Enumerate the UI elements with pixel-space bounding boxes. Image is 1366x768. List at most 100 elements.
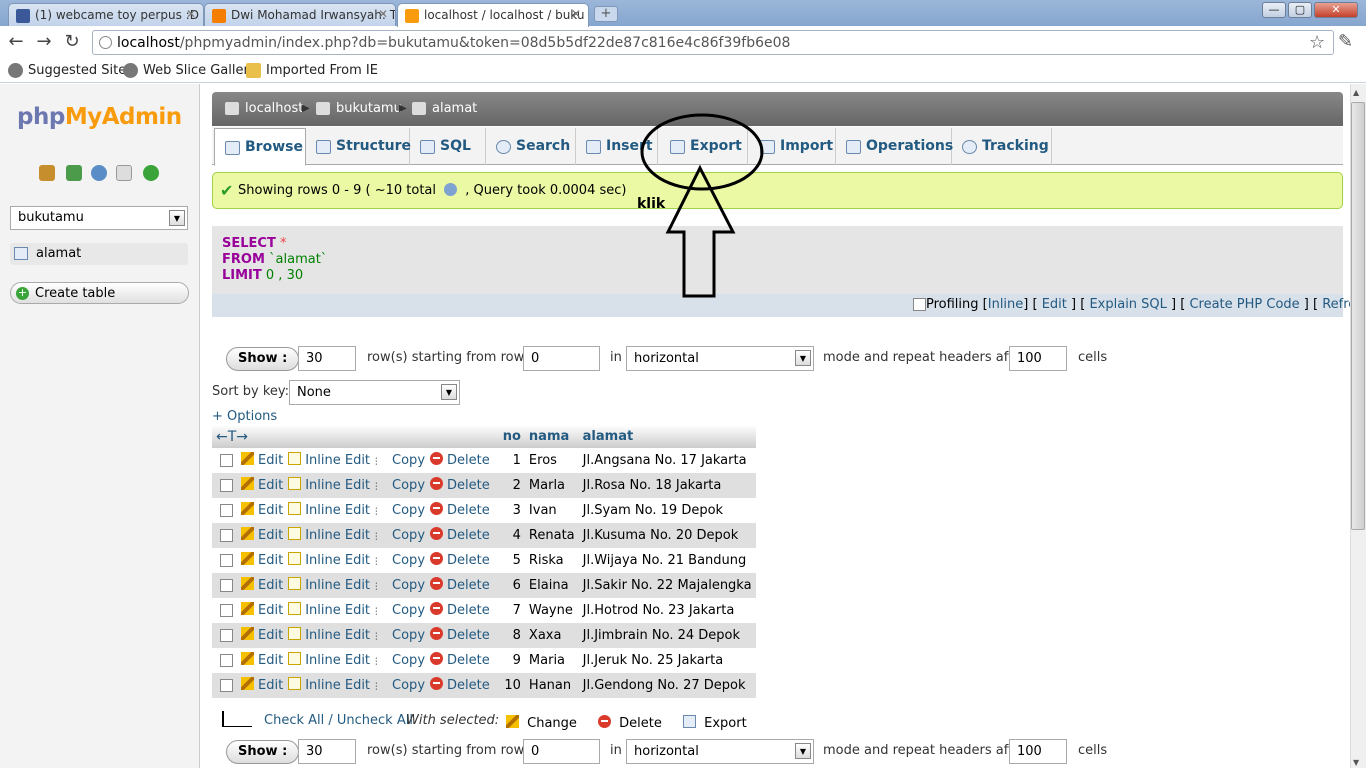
breadcrumb-database[interactable]: bukutamu	[316, 101, 402, 116]
row-checkbox[interactable]	[220, 528, 233, 542]
row-checkbox[interactable]	[220, 503, 233, 517]
docs-icon[interactable]	[116, 165, 132, 181]
row-delete-link[interactable]: Delete	[430, 551, 490, 568]
row-delete-link[interactable]: Delete	[430, 651, 490, 668]
cell-nama[interactable]: Wayne	[524, 598, 579, 623]
tab-sql[interactable]: SQL	[410, 128, 486, 165]
options-toggle[interactable]: + Options	[212, 409, 277, 424]
table-row[interactable]: Edit Inline Edit ⫶ Copy Delete 4 Renata Jl.Kusu…	[212, 523, 756, 548]
table-row[interactable]: Edit Inline Edit ⫶ Copy Delete 6 Elaina Jl.Saki…	[212, 573, 756, 598]
forward-icon[interactable]: →	[34, 32, 54, 52]
column-header-alamat[interactable]: alamat	[578, 425, 756, 448]
bookmark-imported-from-ie[interactable]: Imported From IE	[246, 63, 378, 78]
row-copy-link[interactable]: ⫶ Copy	[375, 603, 425, 618]
row-edit-link[interactable]: Edit	[241, 526, 283, 543]
bulk-change-button[interactable]: Change	[506, 715, 577, 731]
phpmyadmin-logo[interactable]: phpMyAdmin	[17, 104, 182, 130]
cell-no[interactable]: 9	[498, 648, 525, 673]
row-copy-link[interactable]: ⫶ Copy	[375, 453, 425, 468]
column-arrows[interactable]: ←T→	[212, 425, 499, 448]
bookmark-web-slice-gallery[interactable]: Web Slice Gallery	[123, 63, 257, 78]
row-inline-edit-link[interactable]: Inline Edit	[288, 576, 370, 593]
cell-alamat[interactable]: Jl.Sakir No. 22 Majalengka	[578, 573, 756, 598]
row-start-input-bottom[interactable]: 0	[523, 739, 600, 764]
minimize-button[interactable]: —	[1262, 2, 1286, 18]
table-row[interactable]: Edit Inline Edit ⫶ Copy Delete 10 Hanan Jl.Gend…	[212, 673, 756, 698]
tab-tracking[interactable]: Tracking	[952, 128, 1052, 165]
close-window-button[interactable]: ✕	[1314, 2, 1358, 18]
sql-keyword-select[interactable]: SELECT	[222, 236, 276, 251]
row-copy-link[interactable]: ⫶ Copy	[375, 528, 425, 543]
row-copy-link[interactable]: ⫶ Copy	[375, 478, 425, 493]
star-icon[interactable]: ☆	[1309, 32, 1325, 53]
help-icon[interactable]	[444, 183, 458, 196]
row-edit-link[interactable]: Edit	[241, 476, 283, 493]
show-button[interactable]: Show :	[226, 347, 300, 371]
cell-nama[interactable]: Marla	[524, 473, 579, 498]
cell-nama[interactable]: Hanan	[524, 673, 579, 698]
cell-no[interactable]: 7	[498, 598, 525, 623]
tab-search[interactable]: Search	[486, 128, 576, 165]
tab-structure[interactable]: Structure	[306, 128, 411, 165]
show-button-bottom[interactable]: Show :	[226, 740, 300, 764]
table-row[interactable]: Edit Inline Edit ⫶ Copy Delete 3 Ivan Jl.Syam N…	[212, 498, 756, 523]
table-row[interactable]: Edit Inline Edit ⫶ Copy Delete 1 Eros Jl.Angsan…	[212, 448, 756, 473]
row-inline-edit-link[interactable]: Inline Edit	[288, 626, 370, 643]
row-edit-link[interactable]: Edit	[241, 576, 283, 593]
row-edit-link[interactable]: Edit	[241, 676, 283, 693]
scroll-down-icon[interactable]: ▼	[1353, 758, 1359, 767]
row-edit-link[interactable]: Edit	[241, 626, 283, 643]
row-edit-link[interactable]: Edit	[241, 651, 283, 668]
row-edit-link[interactable]: Edit	[241, 501, 283, 518]
cell-nama[interactable]: Maria	[524, 648, 579, 673]
new-tab-button[interactable]: +	[594, 6, 618, 22]
row-edit-link[interactable]: Edit	[241, 451, 283, 468]
repeat-headers-input[interactable]: 100	[1009, 346, 1067, 371]
row-checkbox[interactable]	[220, 553, 233, 567]
table-row[interactable]: Edit Inline Edit ⫶ Copy Delete 7 Wayne Jl.Hotro…	[212, 598, 756, 623]
cell-no[interactable]: 8	[498, 623, 525, 648]
table-row[interactable]: Edit Inline Edit ⫶ Copy Delete 5 Riska Jl.Wijay…	[212, 548, 756, 573]
row-delete-link[interactable]: Delete	[430, 476, 490, 493]
reload-icon[interactable]: ↻	[62, 32, 82, 52]
row-copy-link[interactable]: ⫶ Copy	[375, 503, 425, 518]
cell-nama[interactable]: Renata	[524, 523, 579, 548]
row-inline-edit-link[interactable]: Inline Edit	[288, 501, 370, 518]
close-tab-icon[interactable]: ✕	[571, 7, 581, 21]
row-inline-edit-link[interactable]: Inline Edit	[288, 676, 370, 693]
row-inline-edit-link[interactable]: Inline Edit	[288, 451, 370, 468]
sidebar-table-alamat[interactable]: alamat	[10, 243, 188, 265]
browser-tab-active[interactable]: localhost / localhost / buku ✕	[397, 3, 589, 27]
bookmark-suggested-sites[interactable]: Suggested Sites	[8, 63, 133, 78]
close-tab-icon[interactable]: ✕	[378, 7, 388, 21]
row-delete-link[interactable]: Delete	[430, 676, 490, 693]
create-php-code-link[interactable]: Create PHP Code	[1189, 297, 1299, 312]
browser-tab[interactable]: (1) webcame toy perpus :D ✕	[8, 3, 204, 26]
row-checkbox[interactable]	[220, 578, 233, 592]
row-delete-link[interactable]: Delete	[430, 601, 490, 618]
database-select[interactable]: bukutamu ▼	[10, 206, 188, 230]
cell-no[interactable]: 6	[498, 573, 525, 598]
cell-alamat[interactable]: Jl.Jimbrain No. 24 Depok	[578, 623, 756, 648]
cell-no[interactable]: 5	[498, 548, 525, 573]
row-inline-edit-link[interactable]: Inline Edit	[288, 476, 370, 493]
tab-browse[interactable]: Browse	[214, 128, 306, 166]
row-inline-edit-link[interactable]: Inline Edit	[288, 551, 370, 568]
tab-operations[interactable]: Operations	[836, 128, 953, 165]
table-row[interactable]: Edit Inline Edit ⫶ Copy Delete 8 Xaxa Jl.Jimbra…	[212, 623, 756, 648]
row-checkbox[interactable]	[220, 453, 233, 467]
check-all-link[interactable]: Check All / Uncheck All	[264, 713, 413, 728]
inline-link[interactable]: Inline	[988, 297, 1024, 312]
bulk-delete-button[interactable]: Delete	[598, 715, 662, 731]
cell-nama[interactable]: Ivan	[524, 498, 579, 523]
cell-no[interactable]: 4	[498, 523, 525, 548]
row-inline-edit-link[interactable]: Inline Edit	[288, 601, 370, 618]
row-start-input[interactable]: 0	[523, 346, 600, 371]
breadcrumb-server[interactable]: localhost	[225, 101, 303, 116]
row-copy-link[interactable]: ⫶ Copy	[375, 578, 425, 593]
explain-sql-link[interactable]: Explain SQL	[1089, 297, 1166, 312]
cell-alamat[interactable]: Jl.Syam No. 19 Depok	[578, 498, 756, 523]
repeat-headers-input-bottom[interactable]: 100	[1009, 739, 1067, 764]
row-copy-link[interactable]: ⫶ Copy	[375, 628, 425, 643]
cell-nama[interactable]: Xaxa	[524, 623, 579, 648]
